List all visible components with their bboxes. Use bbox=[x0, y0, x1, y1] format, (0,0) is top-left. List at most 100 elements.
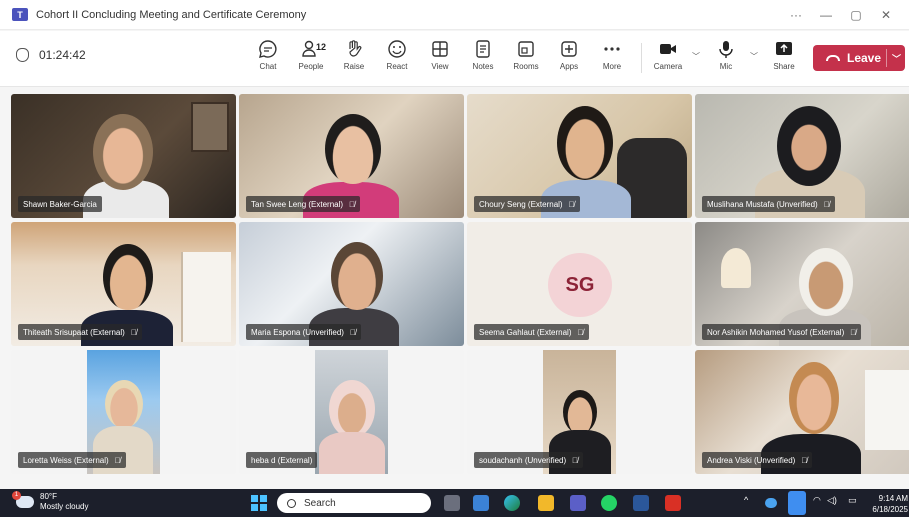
mic-off-icon: 🎙̸ bbox=[130, 327, 137, 337]
camera-button[interactable]: Camera bbox=[650, 39, 686, 71]
mic-off-icon: 🎙̸ bbox=[823, 199, 830, 209]
raise-label: Raise bbox=[343, 62, 365, 71]
windows-logo-icon bbox=[260, 504, 267, 511]
wifi-icon[interactable]: ◠ bbox=[813, 495, 821, 506]
leave-button[interactable]: Leave ﹀ bbox=[813, 45, 905, 71]
search-icon bbox=[287, 498, 296, 508]
video-tile[interactable]: Thiteath Srisupaat (External) 🎙̸ bbox=[11, 222, 236, 346]
windows-logo-icon bbox=[260, 495, 267, 502]
video-tile[interactable]: Tan Swee Leng (External) 🎙̸ bbox=[239, 94, 464, 218]
chat-button[interactable]: Chat bbox=[250, 39, 286, 71]
whatsapp-icon[interactable] bbox=[601, 495, 617, 511]
phone-hangup-icon bbox=[826, 55, 840, 61]
rooms-button[interactable]: Rooms bbox=[508, 39, 544, 71]
video-tile[interactable]: SG Seema Gahlaut (External) 🎙̸ bbox=[467, 222, 692, 346]
video-tile[interactable]: Maria Espona (Unverified) 🎙̸ bbox=[239, 222, 464, 346]
widgets-icon[interactable] bbox=[473, 495, 489, 511]
battery-icon[interactable]: ▭ bbox=[848, 495, 857, 506]
participant-face bbox=[325, 114, 381, 184]
rooms-icon bbox=[518, 41, 534, 57]
folder-icon[interactable] bbox=[538, 495, 554, 511]
participant-body bbox=[319, 432, 385, 474]
video-tile[interactable]: Loretta Weiss (External) 🎙̸ bbox=[11, 350, 236, 474]
background-lamp bbox=[721, 248, 751, 288]
participant-name-tag: Loretta Weiss (External) 🎙̸ bbox=[18, 452, 126, 468]
mic-button[interactable]: Mic bbox=[708, 39, 744, 71]
view-button[interactable]: View bbox=[422, 39, 458, 71]
participant-face bbox=[799, 248, 853, 316]
edge-browser-icon[interactable] bbox=[504, 495, 520, 511]
raise-button[interactable]: Raise bbox=[336, 39, 372, 71]
apps-icon bbox=[561, 41, 577, 57]
video-tile[interactable]: heba d (External) bbox=[239, 350, 464, 474]
video-tile[interactable]: Muslihana Mustafa (Unverified) 🎙̸ bbox=[695, 94, 909, 218]
participant-avatar-initials: SG bbox=[548, 253, 612, 317]
clock-time: 9:14 AM bbox=[878, 494, 908, 503]
word-icon[interactable] bbox=[633, 495, 649, 511]
participant-name: Maria Espona (Unverified) bbox=[251, 327, 344, 337]
notes-label: Notes bbox=[472, 62, 494, 71]
chevron-up-icon[interactable]: ^ bbox=[744, 495, 748, 505]
weather-temperature: 80°F bbox=[40, 492, 57, 501]
mic-options-chevron-icon[interactable]: ﹀ bbox=[750, 51, 758, 62]
participant-name-tag: Tan Swee Leng (External) 🎙̸ bbox=[246, 196, 361, 212]
teams-taskbar-icon[interactable] bbox=[570, 495, 586, 511]
title-bar: T Cohort II Concluding Meeting and Certi… bbox=[0, 0, 909, 30]
weather-description: Mostly cloudy bbox=[40, 502, 89, 511]
windows-logo-icon bbox=[251, 495, 258, 502]
notes-button[interactable]: Notes bbox=[465, 39, 501, 71]
people-button[interactable]: 12 People bbox=[293, 39, 329, 71]
meeting-timer: 01:24:42 bbox=[16, 48, 86, 62]
participant-name: soudachanh (Unverified) bbox=[479, 455, 567, 465]
video-tile[interactable]: soudachanh (Unverified) 🎙̸ bbox=[467, 350, 692, 474]
participant-name: Loretta Weiss (External) bbox=[23, 455, 109, 465]
acrobat-icon[interactable] bbox=[665, 495, 681, 511]
more-button[interactable]: More bbox=[594, 39, 630, 71]
mic-off-icon: 🎙̸ bbox=[114, 455, 121, 465]
more-options-button[interactable]: ··· bbox=[781, 8, 811, 22]
participant-name: Thiteath Srisupaat (External) bbox=[23, 327, 125, 337]
teams-meeting-window: T Cohort II Concluding Meeting and Certi… bbox=[0, 0, 909, 517]
share-label: Share bbox=[773, 62, 795, 71]
participant-name-tag: Nor Ashikin Mohamed Yusof (External) 🎙̸ bbox=[702, 324, 862, 340]
apps-button[interactable]: Apps bbox=[551, 39, 587, 71]
mic-off-icon: 🎙̸ bbox=[568, 199, 575, 209]
participant-name-tag: soudachanh (Unverified) 🎙̸ bbox=[474, 452, 584, 468]
video-tile[interactable]: Andrea Viski (Unverified) 🎙̸ bbox=[695, 350, 909, 474]
video-tile[interactable]: Shawn Baker-Garcia bbox=[11, 94, 236, 218]
participant-face bbox=[93, 114, 153, 190]
participant-name-tag: Seema Gahlaut (External) 🎙̸ bbox=[474, 324, 589, 340]
weather-widget[interactable]: 1 80°F Mostly cloudy bbox=[12, 491, 89, 512]
volume-icon[interactable]: ◁) bbox=[827, 495, 837, 506]
participant-name: heba d (External) bbox=[251, 455, 313, 465]
close-button[interactable]: ✕ bbox=[871, 8, 901, 22]
video-tile[interactable]: Choury Seng (External) 🎙̸ bbox=[467, 94, 692, 218]
taskbar-clock[interactable]: 9:14 AM 6/18/2025 bbox=[868, 493, 908, 515]
mic-active-icon[interactable] bbox=[788, 491, 806, 515]
taskbar-search[interactable]: Search bbox=[277, 493, 431, 513]
maximize-button[interactable]: ▢ bbox=[841, 8, 871, 22]
participant-face bbox=[331, 242, 383, 310]
participant-face bbox=[789, 362, 839, 434]
start-button[interactable] bbox=[251, 495, 267, 511]
camera-label: Camera bbox=[653, 62, 683, 71]
mic-off-icon: 🎙̸ bbox=[572, 455, 579, 465]
minimize-button[interactable]: — bbox=[811, 8, 841, 22]
search-placeholder: Search bbox=[304, 497, 336, 509]
participant-face bbox=[105, 380, 143, 428]
file-explorer-icon[interactable] bbox=[444, 495, 460, 511]
participant-name: Tan Swee Leng (External) bbox=[251, 199, 344, 209]
camera-options-chevron-icon[interactable]: ﹀ bbox=[692, 51, 700, 62]
video-tile[interactable]: Nor Ashikin Mohamed Yusof (External) 🎙̸ bbox=[695, 222, 909, 346]
react-icon bbox=[388, 40, 406, 58]
participant-name-tag: Thiteath Srisupaat (External) 🎙̸ bbox=[18, 324, 142, 340]
more-icon bbox=[604, 47, 620, 51]
background-frame bbox=[191, 102, 229, 152]
leave-divider bbox=[886, 49, 887, 67]
windows-logo-icon bbox=[251, 504, 258, 511]
react-label: React bbox=[386, 62, 408, 71]
leave-options-chevron-icon[interactable]: ﹀ bbox=[892, 52, 901, 65]
react-button[interactable]: React bbox=[379, 39, 415, 71]
share-button[interactable]: Share bbox=[766, 39, 802, 71]
onedrive-icon[interactable] bbox=[765, 498, 777, 508]
